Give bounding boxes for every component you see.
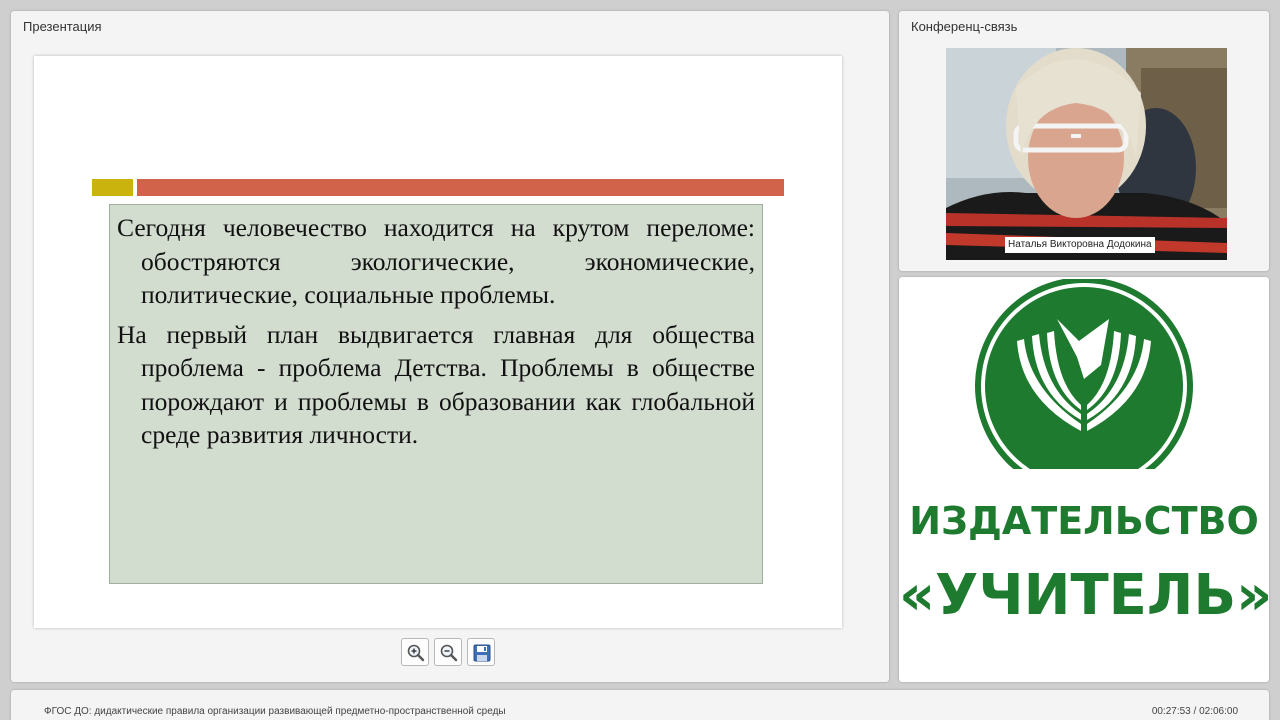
slide-paragraph-1: Сегодня человечество находится на крутом… <box>117 213 755 309</box>
conference-title: Конференц-связь <box>911 19 1018 34</box>
slide-accent-yellow <box>92 179 133 196</box>
floppy-disk-icon <box>473 644 491 662</box>
zoom-out-button[interactable] <box>434 638 462 666</box>
zoom-out-icon <box>440 644 458 662</box>
course-title: ФГОС ДО: дидактические правила организац… <box>44 706 506 717</box>
zoom-in-icon <box>407 644 425 662</box>
slide-accent-orange <box>137 179 784 196</box>
logo-line-publishing: ИЗДАТЕЛЬСТВО <box>909 499 1259 543</box>
footer-bar: ФГОС ДО: дидактические правила организац… <box>11 690 1269 720</box>
slide-text-box: Сегодня человечество находится на крутом… <box>109 204 763 584</box>
publisher-logo-emblem <box>972 279 1196 469</box>
zoom-in-button[interactable] <box>401 638 429 666</box>
slide-paragraph-2: На первый план выдвигается главная для о… <box>117 319 755 450</box>
presentation-title: Презентация <box>23 19 102 34</box>
speaker-video-frame <box>946 48 1227 260</box>
conference-panel: Конференц-связь Наталья Викторовна Додок… <box>899 11 1269 271</box>
presentation-panel: Презентация Сегодня человечество находит… <box>11 11 889 682</box>
speaker-video: Наталья Викторовна Додокина <box>946 48 1227 260</box>
playback-timer: 00:27:53 / 02:06:00 <box>1151 706 1238 717</box>
logo-line-teacher: «УЧИТЕЛЬ» <box>899 563 1273 628</box>
speaker-name-tag: Наталья Викторовна Додокина <box>1005 237 1155 253</box>
logo-panel: ИЗДАТЕЛЬСТВО «УЧИТЕЛЬ» <box>899 277 1273 682</box>
slide: Сегодня человечество находится на крутом… <box>34 56 842 628</box>
save-button[interactable] <box>467 638 495 666</box>
